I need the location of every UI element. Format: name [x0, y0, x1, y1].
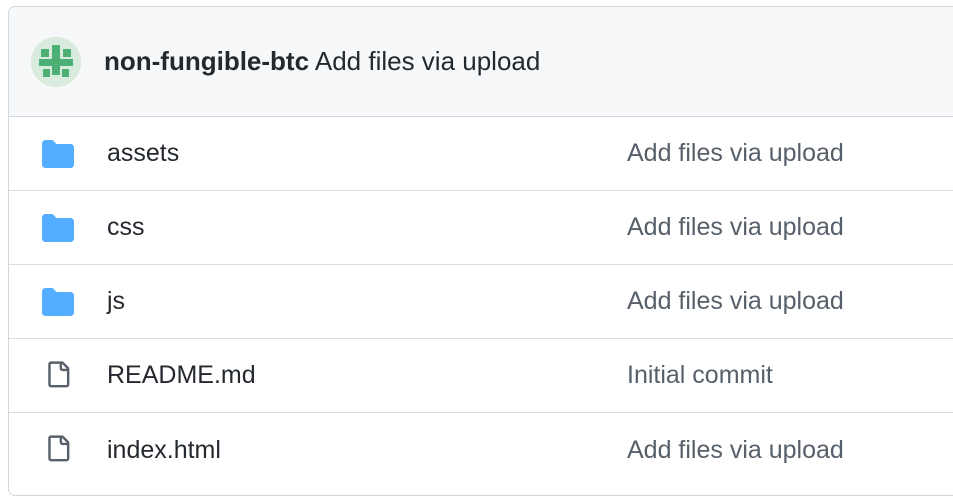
folder-icon — [41, 211, 75, 245]
file-icon — [41, 433, 75, 467]
commit-author-link[interactable]: non-fungible-btc — [104, 46, 309, 76]
commit-message-link[interactable]: Add files via upload — [315, 46, 540, 76]
file-name-link[interactable]: index.html — [107, 436, 221, 465]
folder-icon — [41, 285, 75, 319]
file-row[interactable]: js Add files via upload — [9, 265, 953, 339]
file-browser: non-fungible-btc Add files via upload as… — [8, 6, 953, 496]
file-name-link[interactable]: css — [107, 213, 145, 242]
file-name-link[interactable]: js — [107, 287, 125, 316]
avatar[interactable] — [31, 36, 81, 87]
commit-message-link[interactable]: Add files via upload — [627, 139, 844, 168]
commit-message-link[interactable]: Add files via upload — [627, 213, 844, 242]
file-row[interactable]: css Add files via upload — [9, 191, 953, 265]
file-row[interactable]: README.md Initial commit — [9, 339, 953, 413]
file-row[interactable]: index.html Add files via upload — [9, 413, 953, 487]
commit-message-link[interactable]: Add files via upload — [627, 436, 844, 465]
file-row[interactable]: assets Add files via upload — [9, 117, 953, 191]
file-list: assets Add files via upload css Add files v… — [9, 117, 953, 487]
commit-message-link[interactable]: Add files via upload — [627, 287, 844, 316]
identicon-icon — [31, 36, 81, 87]
file-name-link[interactable]: README.md — [107, 361, 256, 390]
file-icon — [41, 359, 75, 393]
commit-summary: non-fungible-btc Add files via upload — [104, 46, 540, 77]
file-name-link[interactable]: assets — [107, 139, 179, 168]
commit-message-link[interactable]: Initial commit — [627, 361, 773, 390]
folder-icon — [41, 137, 75, 171]
latest-commit-bar: non-fungible-btc Add files via upload — [9, 7, 953, 117]
